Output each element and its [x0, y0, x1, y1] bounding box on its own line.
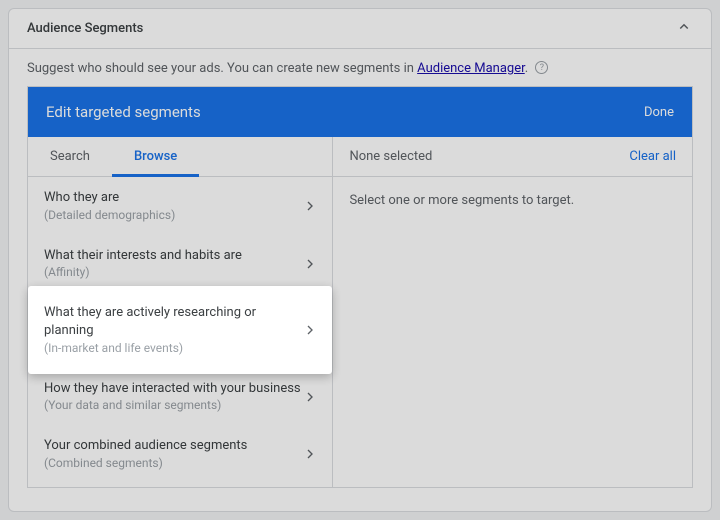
collapse-icon[interactable]	[675, 18, 693, 40]
editor-tabs: Search Browse	[28, 137, 332, 177]
category-row[interactable]: Your custom audience segments(Custom seg…	[28, 483, 332, 487]
tab-browse[interactable]: Browse	[112, 137, 199, 177]
card-subtext: Suggest who should see your ads. You can…	[9, 49, 711, 86]
category-row[interactable]: Who they are(Detailed demographics)	[28, 177, 332, 235]
selection-panel: None selected Clear all Select one or mo…	[333, 137, 692, 487]
category-row[interactable]: How they have interacted with your busin…	[28, 368, 332, 426]
category-sublabel: (Your data and similar segments)	[44, 397, 301, 413]
clear-all-button[interactable]: Clear all	[629, 149, 676, 164]
chevron-right-icon	[302, 198, 318, 214]
page-title: Audience Segments	[27, 21, 143, 36]
category-sublabel: (In-market and life events)	[44, 340, 302, 356]
editor-header: Edit targeted segments Done	[28, 87, 692, 137]
category-in-market-highlight[interactable]: What they are actively researching or pl…	[28, 286, 332, 373]
audience-manager-link[interactable]: Audience Manager	[417, 61, 525, 76]
category-label: Who they are	[44, 189, 175, 207]
category-label: What they are actively researching or pl…	[44, 304, 302, 339]
category-label: What their interests and habits are	[44, 247, 242, 265]
done-button[interactable]: Done	[644, 105, 674, 120]
editor-title: Edit targeted segments	[46, 103, 201, 121]
category-row[interactable]: Your combined audience segments(Combined…	[28, 425, 332, 483]
category-sublabel: (Detailed demographics)	[44, 207, 175, 223]
selection-empty-text: Select one or more segments to target.	[333, 177, 692, 224]
subtext-prefix: Suggest who should see your ads. You can…	[27, 61, 417, 76]
audience-segments-card: Audience Segments Suggest who should see…	[8, 8, 712, 512]
selection-count: None selected	[349, 149, 432, 164]
selection-header: None selected Clear all	[333, 137, 692, 177]
chevron-right-icon	[302, 446, 318, 462]
tab-search[interactable]: Search	[28, 137, 112, 176]
help-icon[interactable]: ?	[535, 61, 548, 74]
card-header: Audience Segments	[9, 9, 711, 49]
chevron-right-icon	[302, 256, 318, 272]
category-sublabel: (Combined segments)	[44, 455, 247, 471]
category-row[interactable]: What their interests and habits are(Affi…	[28, 235, 332, 293]
category-label: Your combined audience segments	[44, 437, 247, 455]
category-label: How they have interacted with your busin…	[44, 380, 301, 398]
chevron-right-icon	[302, 322, 318, 338]
subtext-period: .	[525, 61, 528, 76]
chevron-right-icon	[302, 389, 318, 405]
category-sublabel: (Affinity)	[44, 264, 242, 280]
